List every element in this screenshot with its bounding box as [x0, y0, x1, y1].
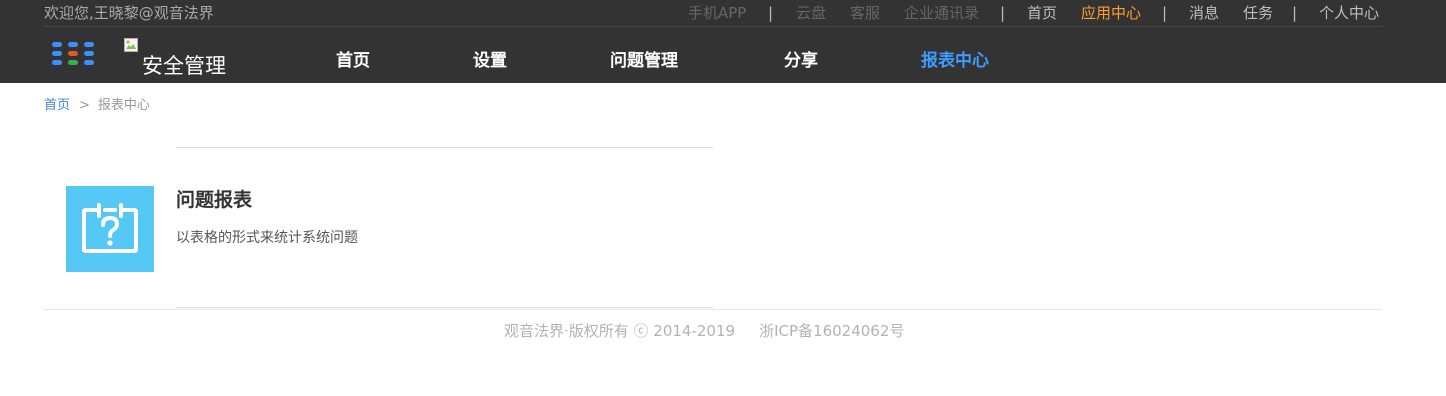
divider	[176, 307, 713, 308]
broken-image-icon	[124, 38, 138, 52]
report-title[interactable]: 问题报表	[176, 187, 252, 213]
footer-divider	[44, 309, 1382, 310]
customer-service-link[interactable]: 客服	[850, 3, 880, 23]
breadcrumb-home-link[interactable]: 首页	[44, 98, 70, 113]
copyright-text: 观音法界·版权所有 ⓒ 2014-2019	[504, 322, 736, 340]
breadcrumb-separator: >	[79, 98, 90, 113]
breadcrumb: 首页 > 报表中心	[44, 97, 150, 114]
footer: 观音法界·版权所有 ⓒ 2014-2019 浙ICP备16024062号	[504, 321, 904, 341]
mobile-app-link[interactable]: 手机APP	[688, 3, 746, 23]
brand-logo[interactable]: 安全管理	[124, 38, 254, 82]
top-separator: |	[768, 4, 774, 22]
top-separator: |	[1000, 4, 1006, 22]
nav-report-center[interactable]: 报表中心	[921, 50, 989, 72]
personal-center-link[interactable]: 个人中心	[1319, 3, 1379, 23]
grid-dots-icon[interactable]	[52, 42, 96, 68]
tasks-link[interactable]: 任务	[1243, 3, 1273, 23]
icp-number[interactable]: 浙ICP备16024062号	[759, 322, 904, 340]
brand-alt-text: 安全管理	[142, 54, 226, 78]
top-divider	[44, 26, 1382, 27]
app-header: 欢迎您,王晓黎@观音法界 手机APP | 云盘 客服 企业通讯录 | 首页 应用…	[0, 0, 1446, 83]
nav-home[interactable]: 首页	[336, 50, 370, 72]
enterprise-contacts-link[interactable]: 企业通讯录	[904, 3, 979, 23]
report-description: 以表格的形式来统计系统问题	[176, 230, 358, 246]
top-home-link[interactable]: 首页	[1027, 3, 1057, 23]
top-separator: |	[1162, 4, 1168, 22]
nav-share[interactable]: 分享	[784, 50, 818, 72]
cloud-disk-link[interactable]: 云盘	[796, 3, 826, 23]
top-bar: 欢迎您,王晓黎@观音法界 手机APP | 云盘 客服 企业通讯录 | 首页 应用…	[0, 0, 1446, 27]
breadcrumb-current: 报表中心	[97, 98, 150, 113]
nav-issue-management[interactable]: 问题管理	[610, 50, 678, 72]
app-center-link[interactable]: 应用中心	[1081, 3, 1141, 23]
welcome-text: 欢迎您,王晓黎@观音法界	[44, 4, 214, 22]
calendar-question-icon[interactable]	[66, 186, 154, 272]
divider	[176, 147, 713, 148]
nav-settings[interactable]: 设置	[473, 50, 507, 72]
top-separator: |	[1292, 4, 1298, 22]
messages-link[interactable]: 消息	[1189, 3, 1219, 23]
